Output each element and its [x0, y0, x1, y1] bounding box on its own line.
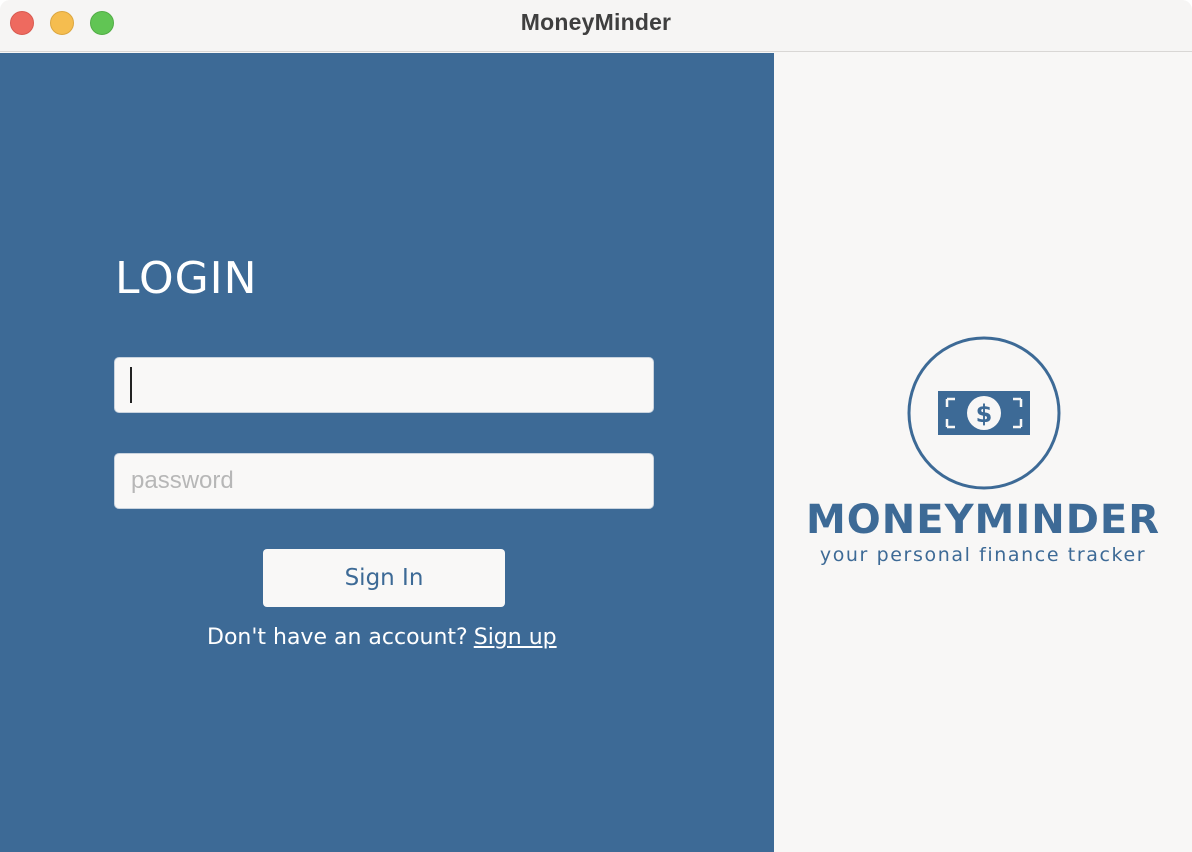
- signup-prompt-text: Don't have an account?: [207, 625, 468, 650]
- app-window: MoneyMinder LOGIN Sign In Don't have an …: [0, 0, 1192, 852]
- svg-text:$: $: [976, 400, 993, 428]
- title-bar[interactable]: MoneyMinder: [0, 0, 1192, 52]
- text-cursor: [130, 367, 132, 403]
- login-panel: LOGIN Sign In Don't have an account? Sign…: [0, 53, 774, 852]
- window-title: MoneyMinder: [520, 9, 672, 35]
- sign-in-button[interactable]: Sign In: [263, 549, 505, 607]
- branding-panel: $ MONEYMINDER your personal finance trac…: [774, 53, 1192, 852]
- username-input[interactable]: [114, 357, 654, 413]
- signup-link[interactable]: Sign up: [474, 625, 557, 650]
- login-heading: LOGIN: [115, 253, 258, 304]
- signup-prompt-row: Don't have an account? Sign up: [207, 625, 557, 657]
- brand-name: MONEYMINDER: [805, 497, 1161, 543]
- password-input[interactable]: [114, 453, 654, 509]
- dollar-bill-icon: $: [907, 336, 1061, 490]
- brand-tagline: your personal finance tracker: [819, 544, 1147, 566]
